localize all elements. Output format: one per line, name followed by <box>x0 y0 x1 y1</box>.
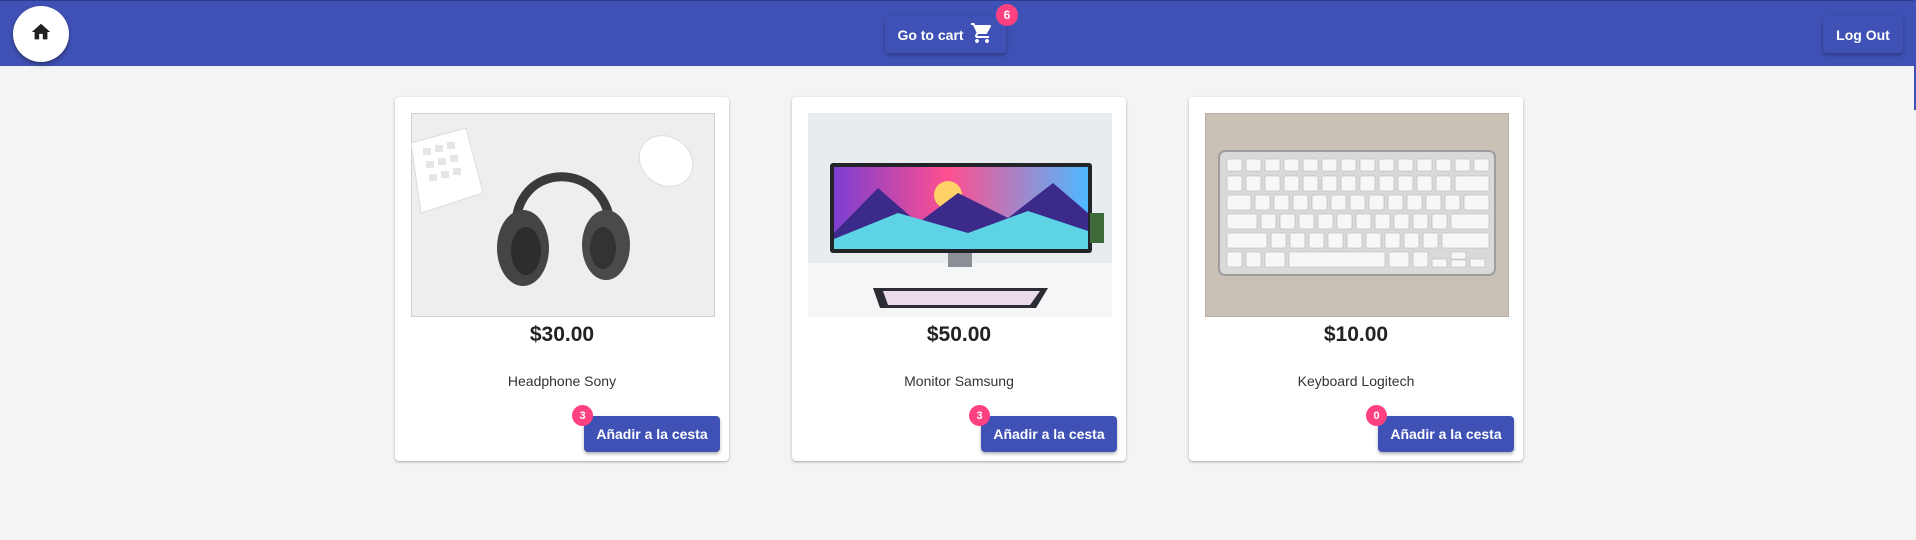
cart-button-label: Go to cart <box>897 26 964 43</box>
product-count-badge: 3 <box>969 405 990 426</box>
product-card: $30.00 Headphone Sony Añadir a la cesta … <box>395 97 729 461</box>
product-image-headphones <box>411 113 715 317</box>
product-image-monitor <box>808 113 1112 317</box>
product-count-badge: 0 <box>1366 405 1387 426</box>
product-name: Monitor Samsung <box>904 373 1014 389</box>
product-card: $10.00 Keyboard Logitech Añadir a la ces… <box>1189 97 1523 461</box>
product-name: Headphone Sony <box>507 373 617 389</box>
product-price: $30.00 <box>529 323 595 346</box>
add-to-cart-button[interactable]: Añadir a la cesta <box>584 416 720 452</box>
home-button[interactable] <box>13 6 69 62</box>
logout-button[interactable]: Log Out <box>1823 16 1903 53</box>
home-icon <box>30 21 52 48</box>
product-card: $50.00 Monitor Samsung Añadir a la cesta… <box>792 97 1126 461</box>
product-price: $10.00 <box>1323 323 1389 346</box>
product-count-badge: 3 <box>572 405 593 426</box>
shopping-cart-icon <box>970 21 994 48</box>
product-name: Keyboard Logitech <box>1297 373 1415 389</box>
product-image-keyboard <box>1205 113 1509 317</box>
cart-count-badge: 6 <box>996 4 1018 26</box>
add-to-cart-button[interactable]: Añadir a la cesta <box>1378 416 1514 452</box>
add-to-cart-button[interactable]: Añadir a la cesta <box>981 416 1117 452</box>
go-to-cart-button[interactable]: Go to cart <box>885 16 1006 53</box>
product-price: $50.00 <box>926 323 992 346</box>
